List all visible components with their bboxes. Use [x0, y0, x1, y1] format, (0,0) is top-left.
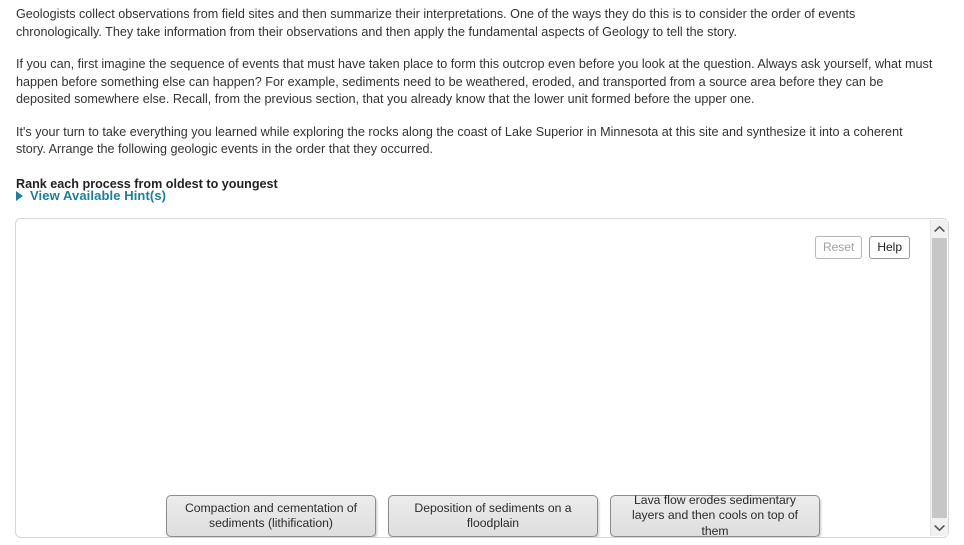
chevron-up-icon[interactable] [931, 220, 948, 237]
panel-toolbar: Reset Help [814, 236, 910, 259]
help-button[interactable]: Help [869, 236, 910, 259]
reset-button[interactable]: Reset [814, 236, 863, 259]
chevron-down-icon[interactable] [931, 519, 948, 536]
intro-paragraph-3: It's your turn to take everything you le… [16, 124, 903, 157]
intro-paragraph-1: Geologists collect observations from fie… [16, 7, 856, 39]
view-hints-link[interactable]: View Available Hint(s) [16, 188, 166, 203]
ranking-activity-panel: Reset Help Compaction and cementation of… [15, 218, 949, 538]
view-hints-label: View Available Hint(s) [30, 188, 167, 203]
triangle-right-icon [16, 190, 23, 201]
panel-content: Reset Help Compaction and cementation of… [16, 219, 918, 537]
panel-scrollbar[interactable] [930, 220, 948, 536]
draggable-item[interactable]: Compaction and cementation of sediments … [166, 495, 376, 537]
page-root: Geologists collect observations from fie… [0, 0, 964, 545]
scrollbar-thumb[interactable] [932, 238, 947, 518]
draggable-item[interactable]: Lava flow erodes sedimentary layers and … [610, 493, 820, 537]
draggable-item[interactable]: Deposition of sediments on a floodplain [388, 495, 598, 537]
intro-paragraph-2: If you can, first imagine the sequence o… [16, 57, 933, 106]
intro-prose: Geologists collect observations from fie… [16, 6, 934, 193]
